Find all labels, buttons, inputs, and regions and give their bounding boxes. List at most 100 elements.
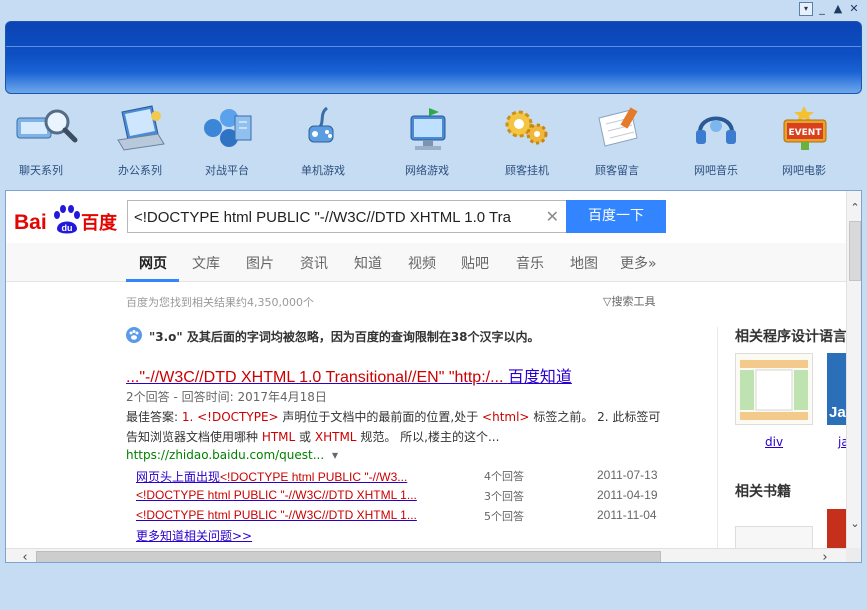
result-url-text: https://zhidao.baidu.com/quest...: [126, 448, 325, 462]
toolbar-item-single-game[interactable]: 单机游戏: [278, 104, 368, 178]
maximize-button[interactable]: ▲: [831, 2, 845, 16]
category-toolbar: 聊天系列 办公系列 对战平台 单机游戏 网络游戏 顾客挂机 顾客留言 网吧音乐 …: [0, 100, 867, 184]
url-dropdown-icon[interactable]: ▾: [332, 448, 338, 462]
result-title-text: ..."-//W3C//DTD XHTML 1.0 Transitional//…: [126, 369, 504, 386]
battle-network-icon: [199, 104, 255, 152]
vertical-scroll-thumb[interactable]: [849, 221, 861, 281]
clear-search-icon[interactable]: ✕: [546, 207, 559, 226]
toolbar-item-message[interactable]: 顾客留言: [572, 104, 662, 178]
related-link-div[interactable]: div: [765, 435, 783, 449]
abstract-label: 最佳答案:: [126, 410, 179, 424]
toolbar-label: 对战平台: [205, 164, 249, 177]
tab-images[interactable]: 图片: [246, 253, 274, 273]
chat-magnifier-icon: [13, 104, 78, 152]
toolbar-label: 办公系列: [118, 164, 162, 177]
book-thumb-2[interactable]: [827, 509, 846, 548]
abstract-highlight: <!DOCTYPE>: [197, 410, 279, 424]
search-tabs: 网页 文库 图片 资讯 知道 视频 贴吧 音乐 地图 更多»: [6, 243, 846, 282]
sidebar-divider: [717, 327, 718, 548]
search-button[interactable]: 百度一下: [566, 200, 666, 233]
svg-text:EVENT: EVENT: [789, 128, 823, 138]
tab-music[interactable]: 音乐: [516, 253, 544, 273]
gamepad-icon: [295, 104, 351, 152]
scroll-up-arrow-icon[interactable]: ⌃: [848, 201, 861, 214]
status-bar: [0, 566, 867, 610]
sub-result-date: 2011-04-19: [597, 488, 658, 502]
active-tab-indicator: [126, 279, 179, 282]
scrollbar-corner: [846, 548, 861, 562]
toolbar-item-music[interactable]: 网吧音乐: [671, 104, 761, 178]
header-banner: [5, 21, 862, 94]
toolbar-item-movie[interactable]: EVENT 网吧电影: [759, 104, 849, 178]
related-languages-heading: 相关程序设计语言: [735, 329, 846, 345]
event-sign-icon: EVENT: [776, 104, 832, 152]
result-meta: 2个回答 - 回答时间: 2017年4月18日: [126, 390, 327, 404]
result-title-link[interactable]: ..."-//W3C//DTD XHTML 1.0 Transitional//…: [126, 363, 572, 387]
sub-result-link[interactable]: <!DOCTYPE html PUBLIC "-//W3C//DTD XHTML…: [136, 508, 417, 522]
abstract-highlight: XHTML: [314, 430, 357, 444]
toolbar-label: 顾客留言: [595, 164, 639, 177]
sub-result-date: 2011-07-13: [597, 468, 658, 482]
search-tools-label: 搜索工具: [611, 295, 656, 308]
search-tools-button[interactable]: ▽搜索工具: [603, 293, 655, 309]
sub-result-highlight: <!DOCTYPE html PUBLIC "-//W3...: [220, 470, 408, 484]
scroll-left-arrow-icon[interactable]: ‹: [18, 550, 32, 562]
sub-result-link[interactable]: 网页头上面出现<!DOCTYPE html PUBLIC "-//W3...: [136, 468, 407, 485]
menu-dropdown-button[interactable]: ▾: [799, 2, 813, 16]
sub-result-date: 2011-11-04: [597, 508, 657, 522]
more-zhidao-link[interactable]: 更多知道相关问题>>: [136, 527, 252, 544]
query-limit-hint: "3.o" 及其后面的字词均被忽略，因为百度的查询限制在38个汉字以内。: [149, 330, 540, 344]
tab-tieba[interactable]: 贴吧: [461, 253, 489, 273]
scroll-down-arrow-icon[interactable]: ⌄: [848, 517, 861, 530]
tab-zhidao[interactable]: 知道: [354, 253, 382, 273]
notepad-icon: [589, 104, 645, 152]
headphones-icon: [688, 104, 744, 152]
tab-web[interactable]: 网页: [139, 253, 167, 273]
scroll-right-arrow-icon[interactable]: ›: [818, 550, 832, 562]
search-input[interactable]: [134, 206, 534, 228]
sub-result-count: 5个回答: [484, 510, 524, 523]
toolbar-label: 顾客挂机: [505, 164, 549, 177]
close-button[interactable]: ✕: [847, 2, 861, 16]
toolbar-item-hangup[interactable]: 顾客挂机: [482, 104, 572, 178]
sub-result-link[interactable]: <!DOCTYPE html PUBLIC "-//W3C//DTD XHTML…: [136, 488, 417, 502]
tab-wenku[interactable]: 文库: [192, 253, 220, 273]
window-controls: ▾ _ ▲ ✕: [799, 2, 861, 16]
vertical-scrollbar[interactable]: ⌃ ⌄: [846, 191, 861, 548]
toolbar-item-online-game[interactable]: 网络游戏: [382, 104, 472, 178]
abstract-text: 规范。 所以,楼主的这个...: [356, 430, 500, 444]
toolbar-label: 网络游戏: [405, 164, 449, 177]
related-books-heading: 相关书籍: [735, 484, 791, 500]
sub-result-count: 4个回答: [484, 470, 524, 483]
result-title-source: 百度知道: [507, 369, 572, 386]
book-thumb-1[interactable]: [735, 526, 813, 548]
horizontal-scroll-thumb[interactable]: [36, 551, 661, 562]
paw-icon: [126, 327, 142, 343]
abstract-highlight: HTML: [261, 430, 296, 444]
toolbar-item-office[interactable]: 办公系列: [95, 104, 185, 178]
related-link-java[interactable]: ja: [838, 435, 846, 449]
online-game-monitor-icon: [399, 104, 455, 152]
related-thumb-java[interactable]: Jav: [827, 353, 846, 425]
tab-news[interactable]: 资讯: [300, 253, 328, 273]
java-thumb-text: Jav: [829, 404, 846, 421]
toolbar-label: 网吧音乐: [694, 164, 738, 177]
toolbar-item-chat[interactable]: 聊天系列: [0, 104, 86, 178]
baidu-logo[interactable]: Bai du 百度: [14, 205, 118, 239]
page-content: Bai du 百度 ✕ 百度一下 网页 文库 图片 资讯 知道: [6, 191, 846, 548]
toolbar-item-battle[interactable]: 对战平台: [182, 104, 272, 178]
svg-text:百度: 百度: [81, 212, 118, 234]
banner-divider: [6, 46, 861, 47]
related-thumb-div[interactable]: [735, 353, 813, 425]
toolbar-label: 聊天系列: [19, 164, 63, 177]
horizontal-scrollbar[interactable]: ‹ ›: [6, 548, 846, 562]
minimize-button[interactable]: _: [815, 2, 829, 16]
tab-more[interactable]: 更多»: [620, 253, 657, 273]
toolbar-label: 网吧电影: [782, 164, 826, 177]
office-laptop-icon: [112, 104, 168, 152]
result-url[interactable]: https://zhidao.baidu.com/quest... ▾: [126, 448, 338, 462]
browser-pane: Bai du 百度 ✕ 百度一下 网页 文库 图片 资讯 知道: [5, 190, 862, 563]
tab-map[interactable]: 地图: [570, 253, 598, 273]
title-bar: ▾ _ ▲ ✕: [0, 0, 867, 20]
tab-video[interactable]: 视频: [408, 253, 436, 273]
